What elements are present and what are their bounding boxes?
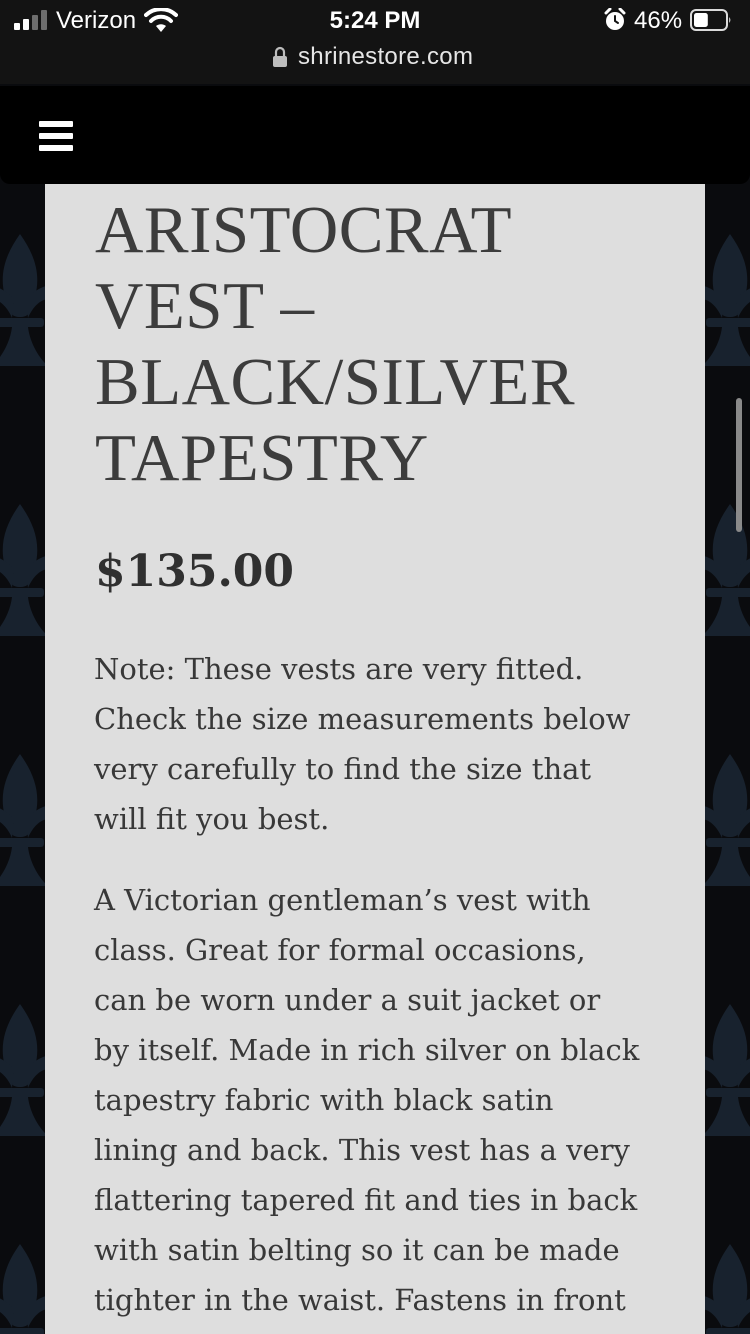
product-description-line: can be worn under a suit jacket or [94, 983, 601, 1017]
product-content-panel: ARISTOCRAT VEST – BLACK/SILVER TAPESTRY $13… [45, 184, 705, 1334]
fit-note-line: very carefully to find the size that [94, 752, 592, 786]
battery-icon [690, 9, 731, 31]
lock-icon [273, 46, 287, 67]
alarm-clock-icon [604, 8, 626, 30]
product-description-line: tighter in the waist. Fastens in front [94, 1283, 626, 1317]
product-title-line: BLACK/SILVER [95, 345, 576, 419]
product-description-line: class. Great for formal occasions, [94, 933, 586, 967]
url-text[interactable]: shrinestore.com [298, 44, 473, 70]
battery-level-fill [694, 13, 708, 27]
product-title-line: VEST – [95, 269, 315, 343]
product-title: ARISTOCRAT VEST – BLACK/SILVER TAPESTRY [95, 192, 685, 496]
site-header [0, 86, 750, 184]
product-title-line: ARISTOCRAT [95, 193, 513, 267]
status-bar: Verizon 5:24 PM 46% [0, 0, 750, 44]
product-description-line: with satin belting so it can be made [94, 1233, 620, 1267]
product-description-line: flattering tapered fit and ties in back [94, 1183, 638, 1217]
product-title-line: TAPESTRY [95, 421, 429, 495]
product-description-line: A Victorian gentleman’s vest with [94, 883, 591, 917]
product-price: $135.00 [95, 546, 295, 597]
hamburger-menu-icon[interactable] [30, 112, 78, 160]
fit-note: Note: These vests are very fitted. Check … [94, 644, 694, 844]
product-description-line: by itself. Made in rich silver on black [94, 1033, 640, 1067]
product-description-line: lining and back. This vest has a very [94, 1133, 630, 1167]
product-description: A Victorian gentleman’s vest with class. … [94, 875, 694, 1325]
browser-address-bar[interactable]: shrinestore.com [0, 44, 750, 84]
fit-note-line: Check the size measurements below [94, 702, 631, 736]
fit-note-line: Note: These vests are very fitted. [94, 652, 584, 686]
page-scrollbar[interactable] [736, 398, 742, 532]
fit-note-line: will fit you best. [94, 802, 330, 836]
battery-percentage: 46% [634, 7, 683, 34]
product-description-line: tapestry fabric with black satin [94, 1083, 554, 1117]
